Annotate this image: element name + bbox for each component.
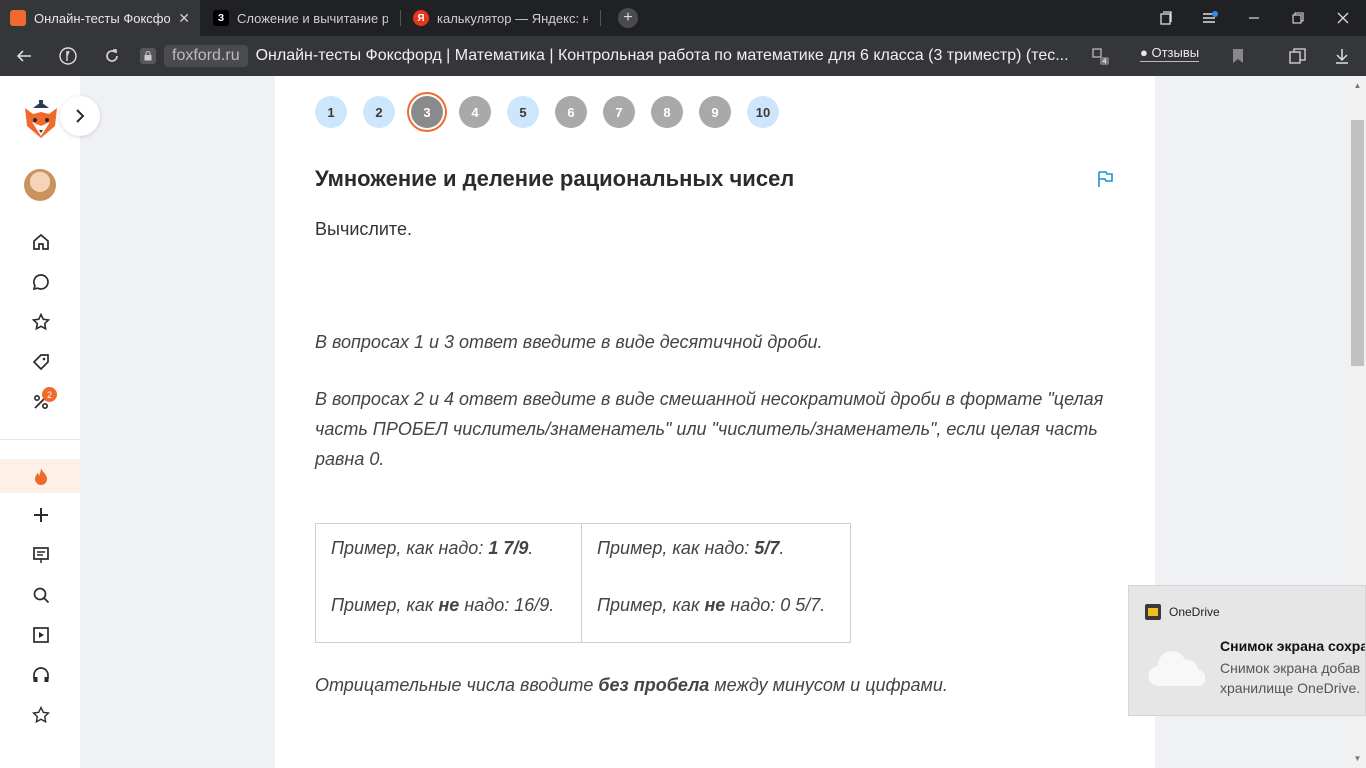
expand-sidebar-button[interactable] <box>60 96 100 136</box>
notification-body: Снимок экрана добав хранилище OneDrive. <box>1220 660 1361 696</box>
tab-foxford[interactable]: Онлайн-тесты Фоксфорд ✕ <box>0 0 200 36</box>
question-2-button[interactable]: 2 <box>363 96 395 128</box>
question-9-button[interactable]: 9 <box>699 96 731 128</box>
extension-count: 4 <box>1102 58 1107 66</box>
close-tab-icon[interactable]: ✕ <box>178 10 190 27</box>
instruction-negative: Отрицательные числа вводите без пробела … <box>315 675 948 695</box>
notification-app-name: OneDrive <box>1169 605 1220 619</box>
headphones-icon[interactable] <box>30 664 52 686</box>
plus-icon[interactable] <box>30 504 52 526</box>
examples-column-1: Пример, как надо: 1 7/9. Пример, как не … <box>316 524 581 642</box>
question-8-button[interactable]: 8 <box>651 96 683 128</box>
extension-icon[interactable]: 4 <box>1088 44 1112 68</box>
discount-badge: 2 <box>42 387 57 402</box>
cloud-icon <box>1145 646 1206 690</box>
star-outline-icon[interactable] <box>30 704 52 726</box>
tab-yandex[interactable]: Я калькулятор — Яндекс: на <box>403 0 598 36</box>
reviews-label: Отзывы <box>1151 45 1200 60</box>
onedrive-app-icon <box>1145 604 1161 620</box>
examples-table: Пример, как надо: 1 7/9. Пример, как не … <box>315 523 851 643</box>
foxford-logo[interactable] <box>22 100 60 142</box>
chevron-right-icon <box>76 109 85 123</box>
notification-title: Снимок экрана сохра <box>1220 638 1366 654</box>
example-good-1: Пример, как надо: 1 7/9. <box>331 538 534 558</box>
close-window-icon[interactable] <box>1332 8 1354 28</box>
menu-icon[interactable] <box>1199 8 1221 28</box>
avatar[interactable] <box>24 169 56 201</box>
example-good-2: Пример, как надо: 5/7. <box>597 538 785 558</box>
reviews-button[interactable]: ● Отзывы <box>1140 45 1200 62</box>
url-field[interactable]: foxford.ru Онлайн-тесты Фоксфорд | Матем… <box>140 44 1069 68</box>
url-page-title: Онлайн-тесты Фоксфорд | Математика | Кон… <box>255 47 1069 64</box>
scroll-down-icon[interactable]: ▼ <box>1349 751 1366 765</box>
question-navigator: 1 2 3 4 5 6 7 8 9 10 <box>315 96 779 128</box>
tab-title: Сложение и вычитание р <box>237 10 388 26</box>
question-prompt: Вычислите. <box>315 219 412 239</box>
question-4-button[interactable]: 4 <box>459 96 491 128</box>
new-tab-button[interactable]: + <box>618 8 638 28</box>
tab-separator <box>400 10 401 26</box>
flag-icon[interactable] <box>1095 169 1115 189</box>
example-bad-2: Пример, как не надо: 0 5/7. <box>597 595 826 615</box>
url-domain: foxford.ru <box>164 45 248 67</box>
quiz-card: 1 2 3 4 5 6 7 8 9 10 Умножение и деление… <box>275 76 1155 768</box>
instruction-fraction: В вопросах 2 и 4 ответ введите в виде см… <box>315 389 1104 469</box>
address-bar: foxford.ru Онлайн-тесты Фоксфорд | Матем… <box>0 36 1366 76</box>
search-icon[interactable] <box>30 584 52 606</box>
question-1-button[interactable]: 1 <box>315 96 347 128</box>
bookmark-icon[interactable] <box>1226 44 1250 68</box>
notification-app: OneDrive <box>1145 604 1220 620</box>
fire-icon[interactable] <box>30 465 52 487</box>
minimize-icon[interactable] <box>1243 8 1265 28</box>
tab-title: Онлайн-тесты Фоксфорд <box>34 10 171 26</box>
scroll-thumb[interactable] <box>1351 120 1364 366</box>
lock-icon[interactable] <box>140 48 156 64</box>
tabs-icon[interactable] <box>1286 44 1310 68</box>
browser-tab-bar: Онлайн-тесты Фоксфорд ✕ З Сложение и выч… <box>0 0 1366 36</box>
yandex-icon: Я <box>413 10 429 26</box>
question-title: Умножение и деление рациональных чисел <box>315 166 795 191</box>
question-5-button[interactable]: 5 <box>507 96 539 128</box>
question-3-button[interactable]: 3 <box>411 96 443 128</box>
onedrive-notification[interactable]: OneDrive Снимок экрана сохра Снимок экра… <box>1128 585 1366 716</box>
restore-icon[interactable] <box>1287 8 1309 28</box>
reload-icon[interactable] <box>100 44 124 68</box>
back-icon[interactable] <box>12 44 36 68</box>
chat-icon[interactable] <box>30 271 52 293</box>
znanija-icon: З <box>213 10 229 26</box>
question-7-button[interactable]: 7 <box>603 96 635 128</box>
question-6-button[interactable]: 6 <box>555 96 587 128</box>
fox-icon <box>10 10 26 26</box>
instruction-decimal: В вопросах 1 и 3 ответ введите в виде де… <box>315 332 823 352</box>
speech-bubble-icon: ● <box>1140 45 1148 60</box>
tab-title: калькулятор — Яндекс: на <box>437 10 588 26</box>
board-icon[interactable] <box>30 544 52 566</box>
sidebar-divider <box>0 439 80 440</box>
tab-separator <box>600 10 601 26</box>
scroll-up-icon[interactable]: ▲ <box>1349 78 1366 92</box>
examples-column-2: Пример, как надо: 5/7. Пример, как не на… <box>581 524 850 642</box>
example-bad-1: Пример, как не надо: 16/9. <box>331 595 555 615</box>
tag-icon[interactable] <box>30 351 52 373</box>
question-10-button[interactable]: 10 <box>747 96 779 128</box>
star-icon[interactable] <box>30 311 52 333</box>
tab-znanija[interactable]: З Сложение и вычитание р <box>203 0 398 36</box>
yandex-home-icon[interactable] <box>56 44 80 68</box>
download-icon[interactable] <box>1330 44 1354 68</box>
collections-icon[interactable] <box>1155 8 1177 28</box>
play-icon[interactable] <box>30 624 52 646</box>
site-sidebar: 2 <box>0 76 100 768</box>
home-icon[interactable] <box>30 231 52 253</box>
